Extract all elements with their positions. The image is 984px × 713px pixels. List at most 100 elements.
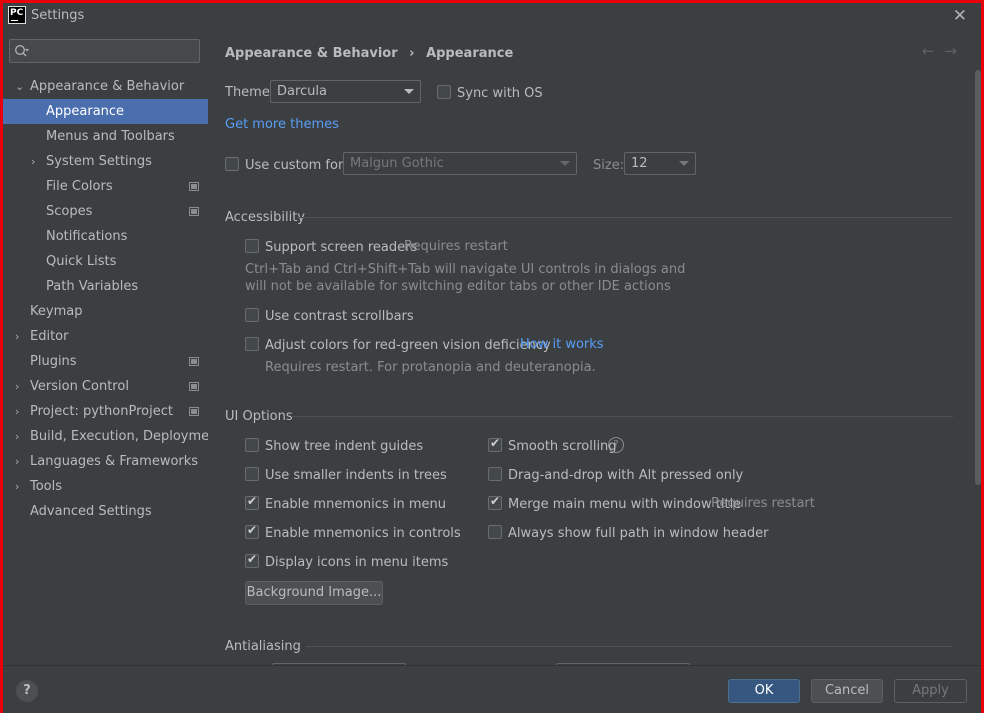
color-deficiency-checkbox[interactable] xyxy=(245,337,259,351)
sidebar-item-scopes[interactable]: Scopes xyxy=(3,199,208,224)
sidebar-item-keymap[interactable]: Keymap xyxy=(3,299,208,324)
search-input[interactable] xyxy=(9,39,200,63)
background-image-button[interactable]: Background Image... xyxy=(245,581,383,605)
screen-readers-note-1: Ctrl+Tab and Ctrl+Shift+Tab will navigat… xyxy=(245,262,686,277)
requires-restart-note: Requires restart xyxy=(404,239,508,254)
section-divider xyxy=(291,416,953,417)
section-divider xyxy=(306,646,953,647)
sidebar-item-tools[interactable]: › Tools xyxy=(3,474,208,499)
sidebar-item-label: Project: pythonProject xyxy=(30,404,173,419)
custom-font-checkbox[interactable] xyxy=(225,157,239,171)
sidebar-item-languages[interactable]: › Languages & Frameworks xyxy=(3,449,208,474)
sync-os-checkbox[interactable] xyxy=(437,85,451,99)
sidebar-item-label: Path Variables xyxy=(46,279,139,294)
project-level-icon xyxy=(189,357,199,366)
accessibility-title: Accessibility xyxy=(225,210,305,225)
mnemonics-menu-label: Enable mnemonics in menu xyxy=(265,497,446,512)
merge-menu-checkbox[interactable] xyxy=(488,494,502,510)
mnemonics-controls-checkbox[interactable] xyxy=(245,523,259,539)
dialog-footer: ? OK Cancel Apply xyxy=(3,665,981,713)
sidebar-item-label: Advanced Settings xyxy=(30,504,152,519)
merge-menu-note: Requires restart xyxy=(711,496,815,511)
sidebar-item-notifications[interactable]: Notifications xyxy=(3,224,208,249)
help-button[interactable]: ? xyxy=(16,680,38,702)
project-level-icon xyxy=(189,407,199,416)
contrast-scrollbars-checkbox[interactable] xyxy=(245,308,259,322)
size-value: 12 xyxy=(631,156,648,171)
chevron-right-icon: › xyxy=(15,380,20,393)
sidebar-item-label: Version Control xyxy=(30,379,129,394)
theme-select[interactable]: Darcula xyxy=(270,80,421,103)
sync-os-label: Sync with OS xyxy=(457,86,543,101)
theme-value: Darcula xyxy=(277,84,328,99)
project-level-icon xyxy=(189,382,199,391)
sidebar-item-label: Build, Execution, Deployment xyxy=(30,429,223,444)
custom-font-label: Use custom font: xyxy=(245,158,356,173)
drag-drop-alt-checkbox[interactable] xyxy=(488,467,502,481)
settings-window: PC Settings ✕ ⌄ Appearance & Behavior Ap… xyxy=(0,0,984,713)
size-label: Size: xyxy=(593,158,625,173)
cancel-button[interactable]: Cancel xyxy=(811,679,883,703)
chevron-right-icon: › xyxy=(15,405,20,418)
apply-button[interactable]: Apply xyxy=(894,679,967,703)
chevron-down-icon: ⌄ xyxy=(15,80,25,93)
sidebar-item-advanced-settings[interactable]: Advanced Settings xyxy=(3,499,208,524)
ok-button[interactable]: OK xyxy=(728,679,800,703)
sidebar-item-menus-toolbars[interactable]: Menus and Toolbars xyxy=(3,124,208,149)
sidebar-item-build[interactable]: › Build, Execution, Deployment xyxy=(3,424,222,449)
smooth-scrolling-checkbox[interactable] xyxy=(488,436,502,452)
how-it-works-link[interactable]: How it works xyxy=(520,337,604,352)
breadcrumb-separator: › xyxy=(409,46,415,61)
vertical-scrollbar[interactable] xyxy=(975,70,981,485)
sidebar-item-project[interactable]: › Project: pythonProject xyxy=(3,399,208,424)
font-select[interactable]: Malgun Gothic xyxy=(343,152,577,175)
forward-arrow-icon[interactable]: → xyxy=(944,42,967,60)
chevron-down-icon xyxy=(679,161,689,166)
menu-icons-label: Display icons in menu items xyxy=(265,555,449,570)
breadcrumb-current: Appearance xyxy=(426,46,514,61)
back-arrow-icon[interactable]: ← xyxy=(922,42,945,60)
mnemonics-controls-label: Enable mnemonics in controls xyxy=(265,526,461,541)
screen-readers-checkbox[interactable] xyxy=(245,239,259,253)
menu-icons-checkbox[interactable] xyxy=(245,552,259,568)
sidebar-item-label: Appearance & Behavior xyxy=(30,79,185,94)
chevron-right-icon: › xyxy=(15,455,20,468)
chevron-down-icon xyxy=(404,89,414,94)
full-path-header-checkbox[interactable] xyxy=(488,525,502,539)
sidebar-item-label: Scopes xyxy=(46,204,93,219)
sidebar-item-label: Tools xyxy=(30,479,63,494)
sidebar-item-label: Menus and Toolbars xyxy=(46,129,175,144)
window-title: Settings xyxy=(31,8,85,23)
sidebar-item-system-settings[interactable]: › System Settings xyxy=(3,149,208,174)
mnemonics-menu-checkbox[interactable] xyxy=(245,494,259,510)
sidebar-item-label: Languages & Frameworks xyxy=(30,454,199,469)
project-level-icon xyxy=(189,182,199,191)
chevron-right-icon: › xyxy=(31,155,36,168)
settings-content: Appearance & Behavior › Appearance ←→ Th… xyxy=(208,30,981,665)
size-select[interactable]: 12 xyxy=(624,152,696,175)
ui-options-title: UI Options xyxy=(225,409,293,424)
chevron-right-icon: › xyxy=(15,430,20,443)
tree-indent-guides-checkbox[interactable] xyxy=(245,438,259,452)
close-icon[interactable]: ✕ xyxy=(953,6,967,26)
breadcrumb-parent: Appearance & Behavior xyxy=(225,46,398,61)
sidebar-item-appearance[interactable]: Appearance xyxy=(3,99,208,124)
smaller-indents-checkbox[interactable] xyxy=(245,467,259,481)
theme-label: Theme: xyxy=(225,85,275,100)
smaller-indents-label: Use smaller indents in trees xyxy=(265,468,447,483)
sidebar-item-file-colors[interactable]: File Colors xyxy=(3,174,208,199)
screen-readers-label: Support screen readers xyxy=(265,240,418,255)
get-more-themes-link[interactable]: Get more themes xyxy=(225,117,339,132)
sidebar-item-editor[interactable]: › Editor xyxy=(3,324,208,349)
sidebar-item-version-control[interactable]: › Version Control xyxy=(3,374,208,399)
project-level-icon xyxy=(189,207,199,216)
sidebar-item-path-variables[interactable]: Path Variables xyxy=(3,274,208,299)
history-nav: ←→ xyxy=(922,42,967,60)
sidebar-item-plugins[interactable]: Plugins xyxy=(3,349,208,374)
font-value: Malgun Gothic xyxy=(350,156,444,171)
sidebar-item-label: Quick Lists xyxy=(46,254,117,269)
drag-drop-alt-label: Drag-and-drop with Alt pressed only xyxy=(508,468,744,483)
help-icon[interactable]: ? xyxy=(608,437,624,453)
sidebar-item-appearance-behavior[interactable]: ⌄ Appearance & Behavior xyxy=(3,74,208,99)
sidebar-item-quick-lists[interactable]: Quick Lists xyxy=(3,249,208,274)
